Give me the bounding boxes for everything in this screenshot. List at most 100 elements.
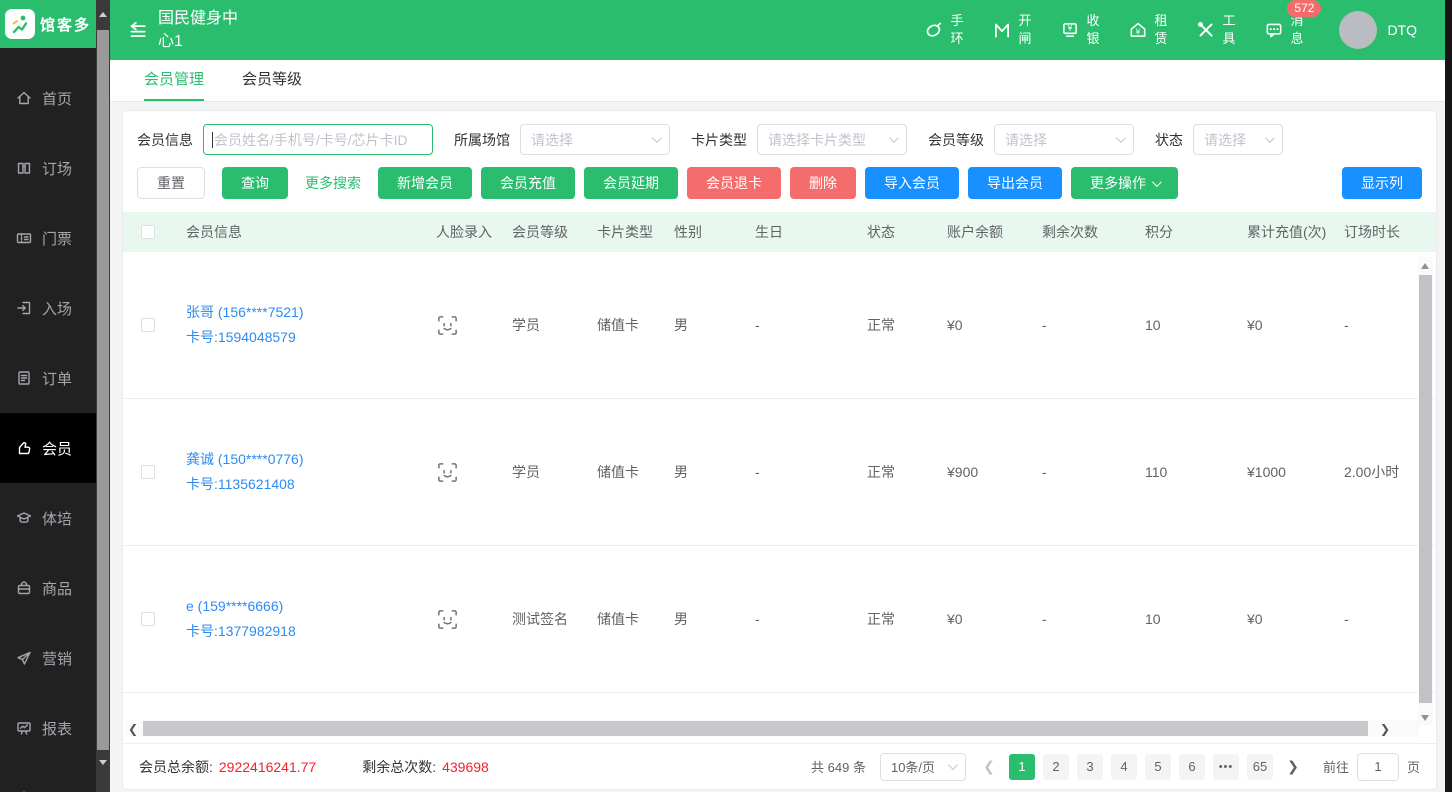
page-size-select[interactable]: 10条/页 [880, 753, 966, 781]
page-button-1[interactable]: 1 [1009, 754, 1035, 780]
member-info-input[interactable]: 会员姓名/手机号/卡号/芯片卡ID [203, 124, 433, 155]
page-button-2[interactable]: 2 [1043, 754, 1069, 780]
tab-member-management[interactable]: 会员管理 [144, 60, 204, 101]
refund-card-button[interactable]: 会员退卡 [687, 167, 781, 199]
next-page-button[interactable]: ❯ [1280, 754, 1306, 780]
sidebar-item-goods[interactable]: 商品 [0, 553, 96, 623]
scroll-down-arrow-icon[interactable] [99, 760, 107, 765]
member-name-link[interactable]: e (159****6666) [186, 599, 283, 614]
row-checkbox[interactable] [141, 612, 155, 626]
nav-label: 消息 [1290, 12, 1305, 47]
sidebar-scrollbar[interactable] [96, 0, 110, 792]
sidebar-item-home[interactable]: 首页 [0, 63, 96, 133]
prev-page-button[interactable]: ❮ [976, 754, 1002, 780]
face-scan-icon[interactable] [436, 608, 459, 631]
member-name-link[interactable]: 龚诚 (150****0776) [186, 452, 304, 467]
face-scan-icon[interactable] [436, 314, 459, 337]
export-members-button[interactable]: 导出会员 [968, 167, 1062, 199]
scroll-up-arrow-icon[interactable] [99, 12, 107, 17]
sidebar-item-order[interactable]: 订单 [0, 343, 96, 413]
more-operations-button[interactable]: 更多操作 [1071, 167, 1178, 199]
table-vertical-scrollbar[interactable] [1418, 257, 1433, 725]
nav-messages[interactable]: 消息 572 [1264, 12, 1305, 47]
table-scrollbar-thumb[interactable] [1419, 275, 1432, 703]
collapse-menu-icon[interactable] [126, 20, 148, 40]
page-button-5[interactable]: 5 [1145, 754, 1171, 780]
goto-page-input[interactable] [1357, 753, 1399, 781]
col-face-entry: 人脸录入 [423, 222, 499, 242]
horizontal-scrollbar-thumb[interactable] [143, 721, 1368, 736]
col-status: 状态 [854, 222, 934, 242]
more-pages-ellipsis[interactable]: ••• [1213, 754, 1239, 780]
sidebar-item-ticket[interactable]: 门票 [0, 203, 96, 273]
extend-button[interactable]: 会员延期 [584, 167, 678, 199]
chevron-down-icon [1116, 133, 1126, 143]
scroll-down-arrow-icon[interactable] [1421, 715, 1429, 721]
sidebar-item-report[interactable]: 报表 [0, 693, 96, 763]
recharge-button[interactable]: 会员充值 [481, 167, 575, 199]
chevron-down-icon [1265, 133, 1275, 143]
sidebar-item-entry[interactable]: 入场 [0, 273, 96, 343]
more-search-button[interactable]: 更多搜索 [297, 167, 369, 199]
add-member-button[interactable]: 新增会员 [378, 167, 472, 199]
member-card-link[interactable]: 卡号:1594048579 [186, 330, 296, 345]
member-name-link[interactable]: 张哥 (156****7521) [186, 305, 304, 320]
row-checkbox[interactable] [141, 465, 155, 479]
face-scan-icon[interactable] [436, 461, 459, 484]
page-button-last[interactable]: 65 [1247, 754, 1273, 780]
cell-card-type: 储值卡 [584, 462, 661, 482]
nav-cashier[interactable]: ¥ 收银 [1060, 12, 1101, 47]
sidebar-scrollbar-thumb[interactable] [97, 30, 109, 750]
scroll-left-arrow-icon[interactable]: ❮ [125, 720, 141, 737]
tools-icon [1196, 20, 1216, 40]
nav-tools[interactable]: 工具 [1196, 12, 1237, 47]
user-menu[interactable]: DTQ [1339, 11, 1417, 49]
brand-logo[interactable]: 馆客多 [0, 0, 96, 48]
tab-member-level[interactable]: 会员等级 [242, 60, 302, 101]
venue-select[interactable]: 请选择 [520, 124, 670, 155]
delete-button[interactable]: 删除 [790, 167, 856, 199]
import-members-button[interactable]: 导入会员 [865, 167, 959, 199]
member-card-link[interactable]: 卡号:1377982918 [186, 624, 296, 639]
avatar[interactable] [1339, 11, 1377, 49]
nav-gate[interactable]: 开闸 [992, 12, 1033, 47]
sidebar-item-marketing[interactable]: 营销 [0, 623, 96, 693]
member-level-select[interactable]: 请选择 [994, 124, 1134, 155]
sidebar-item-settings[interactable]: 设置 [0, 763, 96, 792]
sidebar-item-label: 设置 [42, 788, 72, 792]
nav-rental[interactable]: ¥ 租赁 [1128, 12, 1169, 47]
show-columns-button[interactable]: 显示列 [1342, 167, 1422, 199]
page-button-6[interactable]: 6 [1179, 754, 1205, 780]
cell-balance: ¥0 [934, 611, 1029, 627]
table-horizontal-scrollbar[interactable]: ❮ ❯ [125, 720, 1419, 737]
sidebar-item-member[interactable]: 会员 [0, 413, 96, 483]
report-icon [15, 719, 33, 737]
booking-icon [15, 159, 33, 177]
scroll-up-arrow-icon[interactable] [1421, 263, 1429, 269]
page-button-3[interactable]: 3 [1077, 754, 1103, 780]
scroll-right-arrow-icon[interactable]: ❯ [1377, 720, 1393, 737]
col-card-type: 卡片类型 [584, 222, 661, 242]
sidebar-item-label: 营销 [42, 648, 72, 669]
col-gender: 性别 [661, 222, 742, 242]
status-select[interactable]: 请选择 [1193, 124, 1283, 155]
nav-bracelet[interactable]: 手环 [924, 12, 965, 47]
cell-level: 学员 [499, 315, 584, 335]
cell-balance: ¥0 [934, 317, 1029, 333]
col-member-info: 会员信息 [173, 222, 423, 242]
marketing-icon [15, 649, 33, 667]
member-icon [15, 439, 33, 457]
page-button-4[interactable]: 4 [1111, 754, 1137, 780]
goods-icon [15, 579, 33, 597]
member-card-link[interactable]: 卡号:1135621408 [186, 477, 295, 492]
sidebar-item-booking[interactable]: 订场 [0, 133, 96, 203]
card-type-select[interactable]: 请选择卡片类型 [757, 124, 907, 155]
sidebar-item-training[interactable]: 体培 [0, 483, 96, 553]
select-all-checkbox[interactable] [141, 225, 155, 239]
search-button[interactable]: 查询 [222, 167, 288, 199]
sidebar-item-label: 商品 [42, 578, 72, 599]
sidebar-item-label: 订场 [42, 158, 72, 179]
reset-button[interactable]: 重置 [137, 167, 205, 199]
row-checkbox[interactable] [141, 318, 155, 332]
cell-total-recharge: ¥1000 [1234, 464, 1331, 480]
